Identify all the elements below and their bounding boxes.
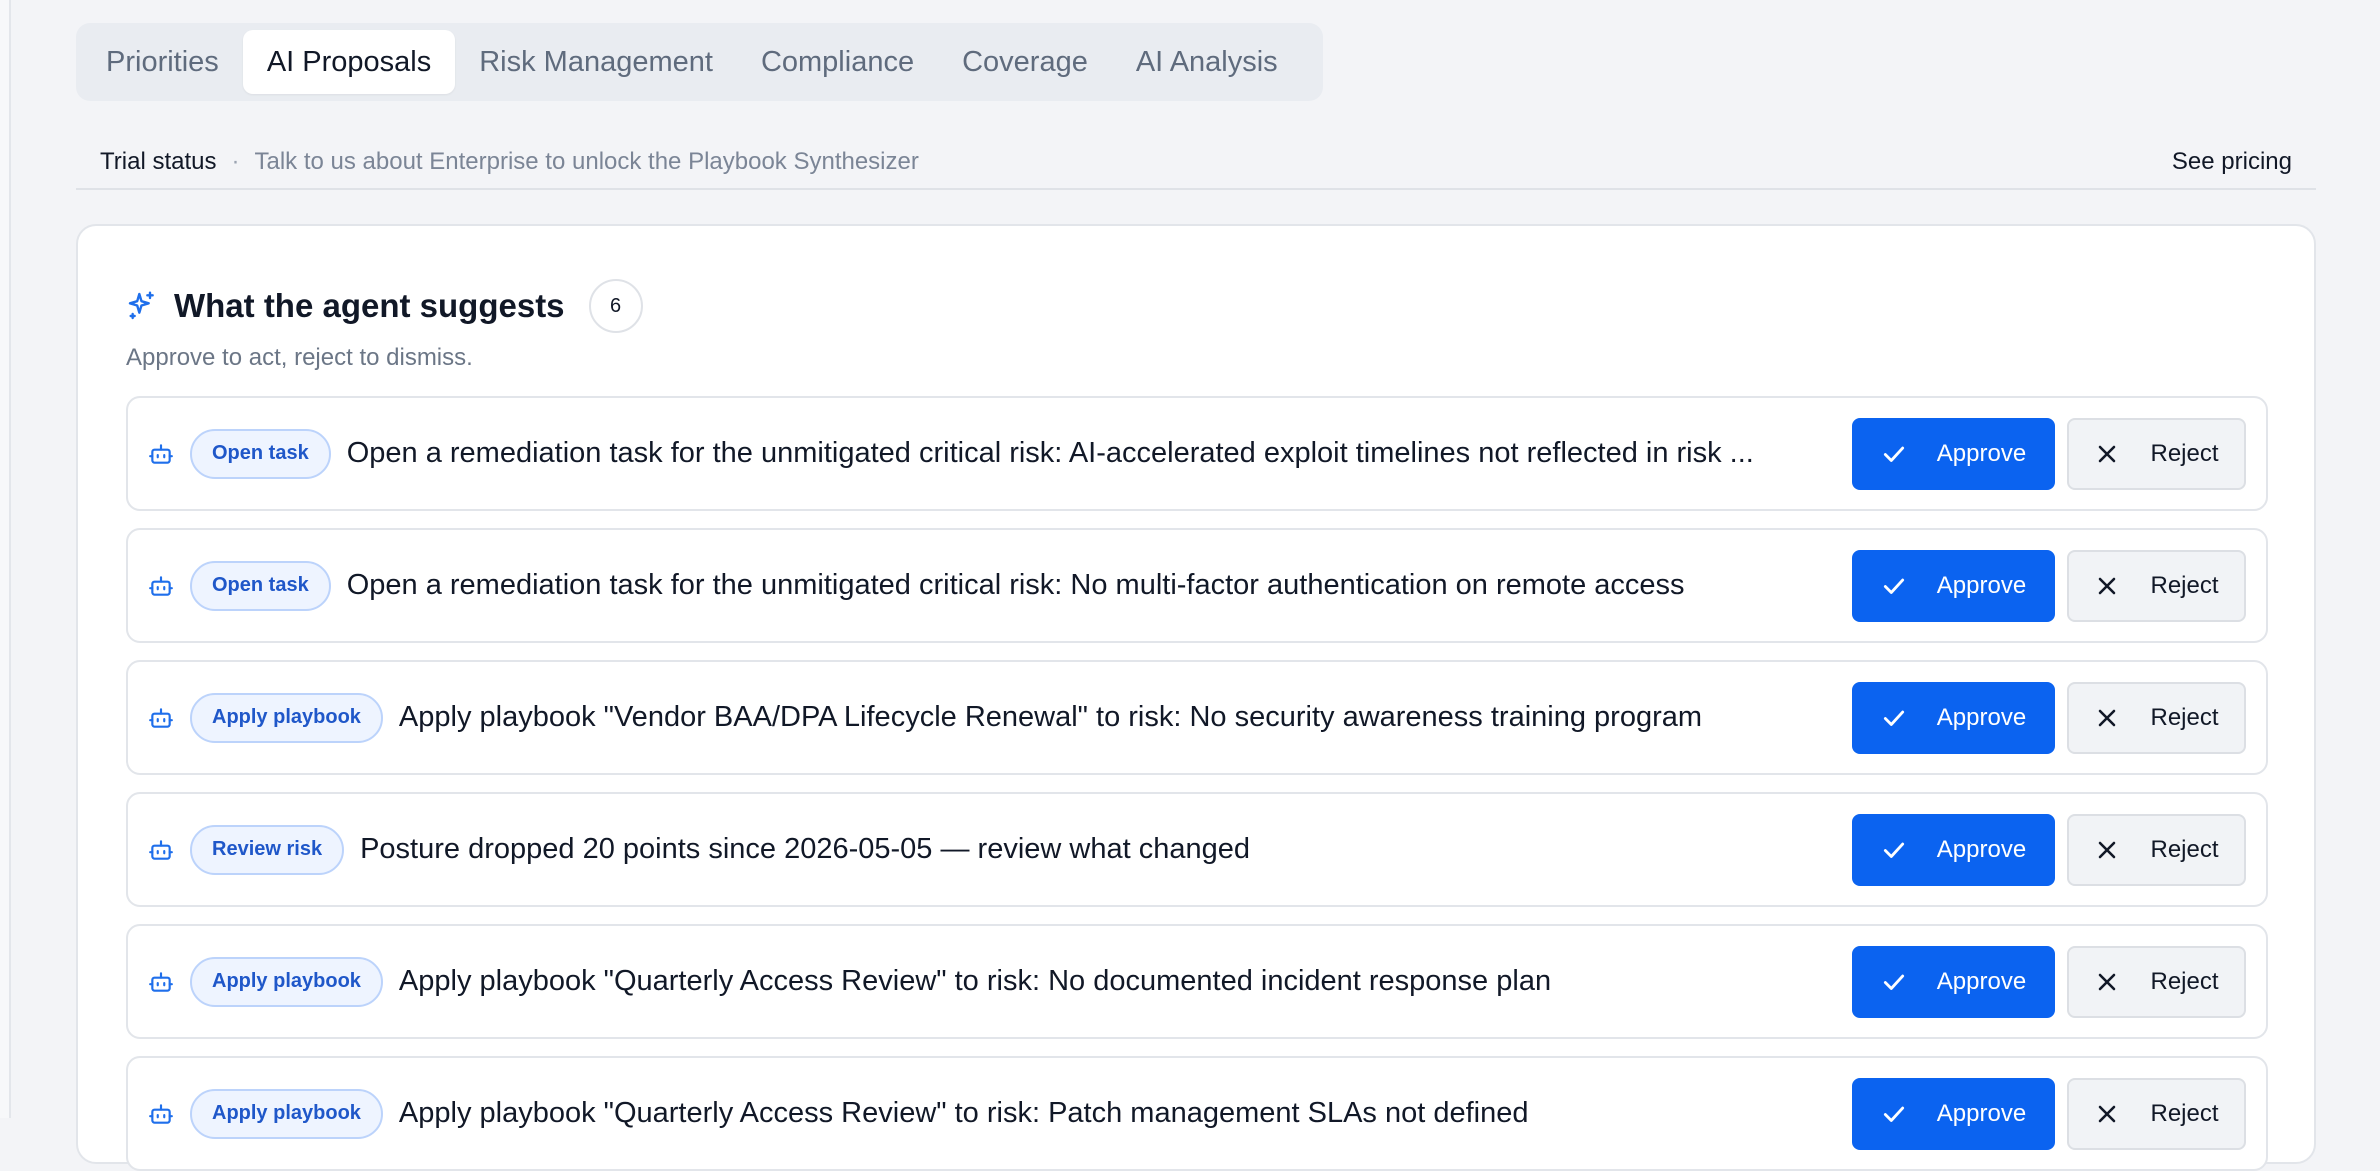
check-icon	[1881, 573, 1907, 599]
bot-icon	[148, 705, 174, 731]
suggestion-row: Apply playbook Apply playbook "Quarterly…	[126, 924, 2268, 1039]
suggestion-row: Apply playbook Apply playbook "Quarterly…	[126, 1056, 2268, 1171]
reject-label: Reject	[2150, 1099, 2219, 1127]
suggestion-text: Open a remediation task for the unmitiga…	[346, 569, 1685, 601]
tab-ai-proposals[interactable]: AI Proposals	[242, 30, 456, 94]
approve-button[interactable]: Approve	[1852, 681, 2055, 754]
tab-compliance[interactable]: Compliance	[737, 30, 938, 94]
check-icon	[1881, 969, 1907, 995]
check-icon	[1881, 441, 1907, 467]
tab-priorities[interactable]: Priorities	[82, 30, 243, 94]
trial-status-label: Trial status	[100, 148, 217, 175]
suggestion-tag: Open task	[190, 428, 331, 479]
approve-button[interactable]: Approve	[1852, 813, 2055, 886]
suggestion-row: Apply playbook Apply playbook "Vendor BA…	[126, 660, 2268, 775]
reject-label: Reject	[2150, 571, 2219, 599]
reject-label: Reject	[2150, 835, 2219, 863]
approve-button[interactable]: Approve	[1852, 549, 2055, 622]
suggestions-title: What the agent suggests	[174, 287, 565, 324]
suggestion-row: Open task Open a remediation task for th…	[126, 528, 2268, 643]
bot-icon	[148, 969, 174, 995]
bot-icon	[148, 837, 174, 863]
approve-label: Approve	[1936, 703, 2027, 731]
suggestion-count-badge: 6	[588, 279, 643, 333]
suggestion-text: Apply playbook "Vendor BAA/DPA Lifecycle…	[398, 701, 1703, 733]
reject-label: Reject	[2150, 439, 2219, 467]
tab-risk-management[interactable]: Risk Management	[455, 30, 737, 94]
approve-label: Approve	[1936, 835, 2027, 863]
left-rail	[0, 0, 11, 1118]
tab-coverage[interactable]: Coverage	[938, 30, 1112, 94]
x-icon	[2094, 837, 2120, 863]
check-icon	[1881, 837, 1907, 863]
reject-button[interactable]: Reject	[2067, 549, 2246, 622]
bot-icon	[148, 573, 174, 599]
trial-separator: ·	[231, 148, 240, 175]
x-icon	[2094, 969, 2120, 995]
approve-label: Approve	[1936, 967, 2027, 995]
suggestion-text: Posture dropped 20 points since 2026-05-…	[360, 833, 1250, 865]
suggestion-tag: Apply playbook	[190, 692, 383, 743]
x-icon	[2094, 573, 2120, 599]
check-icon	[1881, 1101, 1907, 1127]
reject-button[interactable]: Reject	[2067, 945, 2246, 1018]
see-pricing-link[interactable]: See pricing	[2172, 140, 2292, 184]
suggestion-text: Open a remediation task for the unmitiga…	[346, 437, 1754, 469]
approve-button[interactable]: Approve	[1852, 945, 2055, 1018]
tab-bar: Priorities AI Proposals Risk Management …	[76, 23, 1323, 101]
suggestions-card: What the agent suggests 6 Approve to act…	[76, 224, 2316, 1171]
suggestion-row: Open task Open a remediation task for th…	[126, 396, 2268, 511]
reject-button[interactable]: Reject	[2067, 681, 2246, 754]
approve-label: Approve	[1936, 439, 2027, 467]
trial-status-bar: Trial status · Talk to us about Enterpri…	[76, 140, 2316, 190]
bot-icon	[148, 441, 174, 467]
x-icon	[2094, 1101, 2120, 1127]
reject-button[interactable]: Reject	[2067, 417, 2246, 490]
x-icon	[2094, 441, 2120, 467]
suggestion-text: Apply playbook "Quarterly Access Review"…	[398, 965, 1552, 997]
reject-button[interactable]: Reject	[2067, 813, 2246, 886]
bot-icon	[148, 1101, 174, 1127]
reject-label: Reject	[2150, 967, 2219, 995]
suggestion-tag: Review risk	[190, 824, 345, 875]
approve-label: Approve	[1936, 571, 2027, 599]
approve-button[interactable]: Approve	[1852, 417, 2055, 490]
reject-label: Reject	[2150, 703, 2219, 731]
suggestion-tag: Apply playbook	[190, 1088, 383, 1139]
sparkles-icon	[126, 290, 158, 322]
reject-button[interactable]: Reject	[2067, 1077, 2246, 1150]
suggestion-tag: Open task	[190, 560, 331, 611]
suggestion-tag: Apply playbook	[190, 956, 383, 1007]
suggestions-header: What the agent suggests 6	[126, 276, 643, 336]
check-icon	[1881, 705, 1907, 731]
suggestion-text: Apply playbook "Quarterly Access Review"…	[398, 1097, 1529, 1129]
approve-label: Approve	[1936, 1099, 2027, 1127]
suggestion-row: Review risk Posture dropped 20 points si…	[126, 792, 2268, 907]
trial-status-message: Talk to us about Enterprise to unlock th…	[254, 148, 919, 175]
tab-ai-analysis[interactable]: AI Analysis	[1112, 30, 1302, 94]
approve-button[interactable]: Approve	[1852, 1077, 2055, 1150]
suggestions-subtitle: Approve to act, reject to dismiss.	[126, 344, 473, 371]
x-icon	[2094, 705, 2120, 731]
